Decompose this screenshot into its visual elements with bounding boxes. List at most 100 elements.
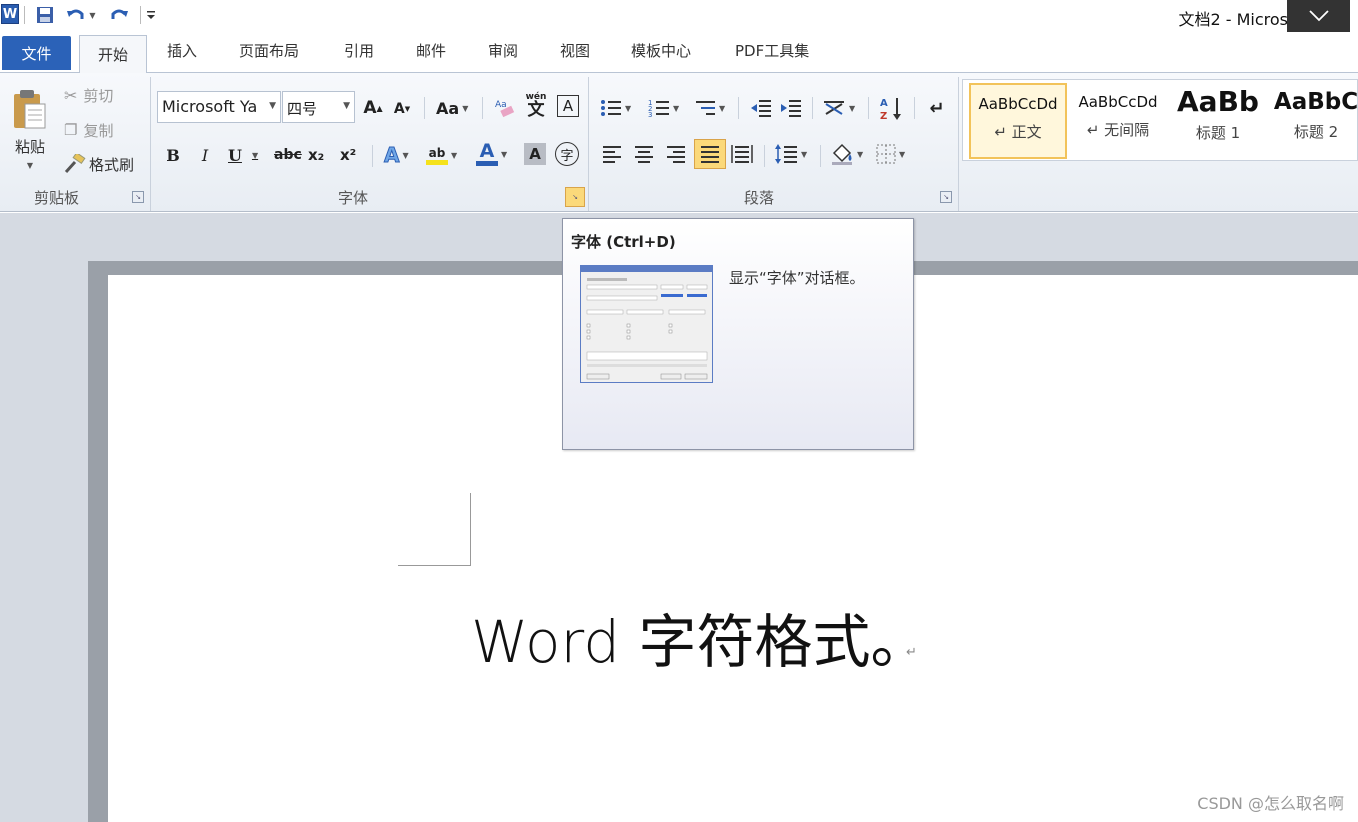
chinese-layout-button[interactable]: ▼ (822, 95, 855, 121)
font-color-button[interactable]: A ▼ (476, 139, 507, 169)
enclose-characters-button[interactable]: 字 (555, 142, 579, 166)
italic-button[interactable]: I (196, 143, 214, 167)
style-heading-1[interactable]: AaBb 标题 1 (1169, 83, 1267, 159)
ribbon-tab-bar: 文件 开始 插入 页面布局 引用 邮件 审阅 视图 模板中心 PDF工具集 (0, 32, 1358, 73)
bold-button[interactable]: B (164, 143, 182, 167)
font-color-icon: A (476, 142, 498, 166)
justify-button[interactable] (694, 139, 726, 169)
svg-text:Aa: Aa (495, 100, 507, 110)
style-heading-2[interactable]: AaBbC 标题 2 (1267, 83, 1357, 159)
sort-button[interactable]: AZ (878, 93, 904, 123)
svg-text:3: 3 (648, 111, 652, 118)
borders-icon (876, 144, 896, 164)
redo-icon (111, 9, 128, 19)
borders-button[interactable]: ▼ (876, 141, 905, 167)
grow-font-icon: A (363, 98, 377, 118)
clipboard-launcher-button[interactable]: ↘ (132, 191, 144, 203)
line-spacing-icon (775, 144, 797, 164)
undo-icon (67, 9, 84, 19)
tooltip-description: 显示“字体”对话框。 (729, 269, 865, 287)
distributed-icon (731, 145, 753, 163)
align-left-button[interactable] (600, 141, 624, 167)
style-name: ↵ 无间隔 (1086, 121, 1150, 139)
chinese-layout-icon (824, 101, 844, 115)
phonetic-guide-button[interactable]: wén 文 (522, 91, 550, 121)
tab-file[interactable]: 文件 (2, 36, 71, 70)
sort-icon: AZ (880, 98, 901, 121)
redo-button[interactable] (106, 4, 132, 26)
word-logo-icon[interactable]: W (1, 4, 19, 24)
group-divider (588, 77, 589, 211)
highlight-button[interactable]: ab ▼ (426, 141, 457, 169)
tab-template-center[interactable]: 模板中心 (631, 40, 691, 61)
paste-button[interactable]: 粘贴 ▼ (8, 79, 52, 179)
style-no-spacing[interactable]: AaBbCcDd ↵ 无间隔 (1069, 83, 1167, 159)
cut-button[interactable]: ✂ 剪切 (64, 83, 113, 107)
style-normal[interactable]: AaBbCcDd ↵ 正文 (969, 83, 1067, 159)
decrease-indent-button[interactable] (748, 95, 774, 121)
quick-access-divider (24, 6, 25, 24)
document-text[interactable]: Word 字符格式。 (471, 595, 929, 679)
paragraph-mark: ↵ (906, 645, 917, 660)
font-name-select[interactable]: Microsoft Ya ▼ (157, 91, 281, 123)
align-right-button[interactable] (664, 141, 688, 167)
copy-icon: ❐ (64, 121, 78, 139)
tab-pdf-tools[interactable]: PDF工具集 (735, 40, 809, 61)
font-dialog-launcher-button[interactable]: ↘ (565, 187, 585, 207)
toolbar-divider (820, 145, 821, 167)
copy-label: 复制 (83, 121, 114, 140)
increase-indent-button[interactable] (778, 95, 804, 121)
font-size-select[interactable]: 四号 ▼ (282, 91, 355, 123)
cut-label: 剪切 (83, 86, 114, 105)
multilevel-list-button[interactable]: ▼ (694, 95, 725, 121)
toolbar-divider (738, 97, 739, 119)
increase-indent-icon (781, 100, 801, 117)
tab-home[interactable]: 开始 (79, 35, 147, 73)
paragraph-launcher-button[interactable]: ↘ (940, 191, 952, 203)
multilevel-list-icon (696, 101, 715, 115)
ribbon-collapse-button[interactable] (1287, 0, 1350, 32)
shading-button[interactable]: ▼ (830, 141, 863, 167)
underline-dropdown-icon[interactable]: ▼ (252, 150, 258, 160)
change-case-icon: Aa (436, 98, 460, 118)
strikethrough-button[interactable]: abc (274, 143, 302, 167)
show-formatting-marks-button[interactable]: ↵ (926, 95, 948, 121)
line-spacing-button[interactable]: ▼ (774, 141, 807, 167)
brush-icon (64, 154, 86, 174)
margin-corner-mark (470, 493, 471, 565)
text-effects-button[interactable]: A ▼ (383, 141, 408, 169)
change-case-button[interactable]: Aa ▼ (436, 95, 468, 121)
tab-references[interactable]: 引用 (344, 40, 374, 61)
svg-text:Z: Z (880, 111, 887, 121)
subscript-button[interactable]: x₂ (308, 143, 324, 167)
character-border-icon: A (562, 97, 574, 115)
tab-mailings[interactable]: 邮件 (416, 40, 446, 61)
watermark-text: CSDN @怎么取名啊 (1197, 794, 1344, 813)
undo-dropdown-icon[interactable]: ▼ (89, 11, 95, 20)
character-border-button[interactable]: A (557, 95, 579, 117)
align-right-icon (667, 146, 685, 163)
format-painter-button[interactable]: 格式刷 (64, 152, 134, 176)
tab-insert[interactable]: 插入 (167, 40, 197, 61)
customize-quick-access-button[interactable] (144, 4, 158, 26)
align-center-button[interactable] (632, 141, 656, 167)
clipboard-group-label: 剪贴板 (34, 189, 80, 207)
paste-dropdown-icon[interactable]: ▼ (27, 161, 33, 170)
underline-button[interactable]: U ▼ (228, 143, 258, 167)
grow-font-button[interactable]: A ▲ (362, 95, 384, 121)
tab-review[interactable]: 审阅 (488, 40, 518, 61)
superscript-button[interactable]: x² (340, 143, 356, 167)
copy-button[interactable]: ❐ 复制 (64, 118, 113, 142)
undo-button[interactable]: ▼ (64, 4, 98, 26)
tab-view[interactable]: 视图 (560, 40, 590, 61)
font-dialog-tooltip: 字体 (Ctrl+D) 显示“字体”对话框。 (562, 218, 914, 450)
numbering-button[interactable]: 1 2 3 ▼ (648, 95, 679, 121)
bullets-button[interactable]: ▼ (600, 95, 631, 121)
save-button[interactable] (34, 4, 56, 26)
clear-formatting-button[interactable]: Aa (492, 93, 518, 121)
tab-page-layout[interactable]: 页面布局 (239, 40, 299, 61)
character-shading-button[interactable]: A (524, 143, 546, 165)
chevron-down-icon: ▼ (269, 101, 276, 111)
shrink-font-button[interactable]: A ▼ (392, 97, 412, 121)
distributed-button[interactable] (730, 141, 754, 167)
